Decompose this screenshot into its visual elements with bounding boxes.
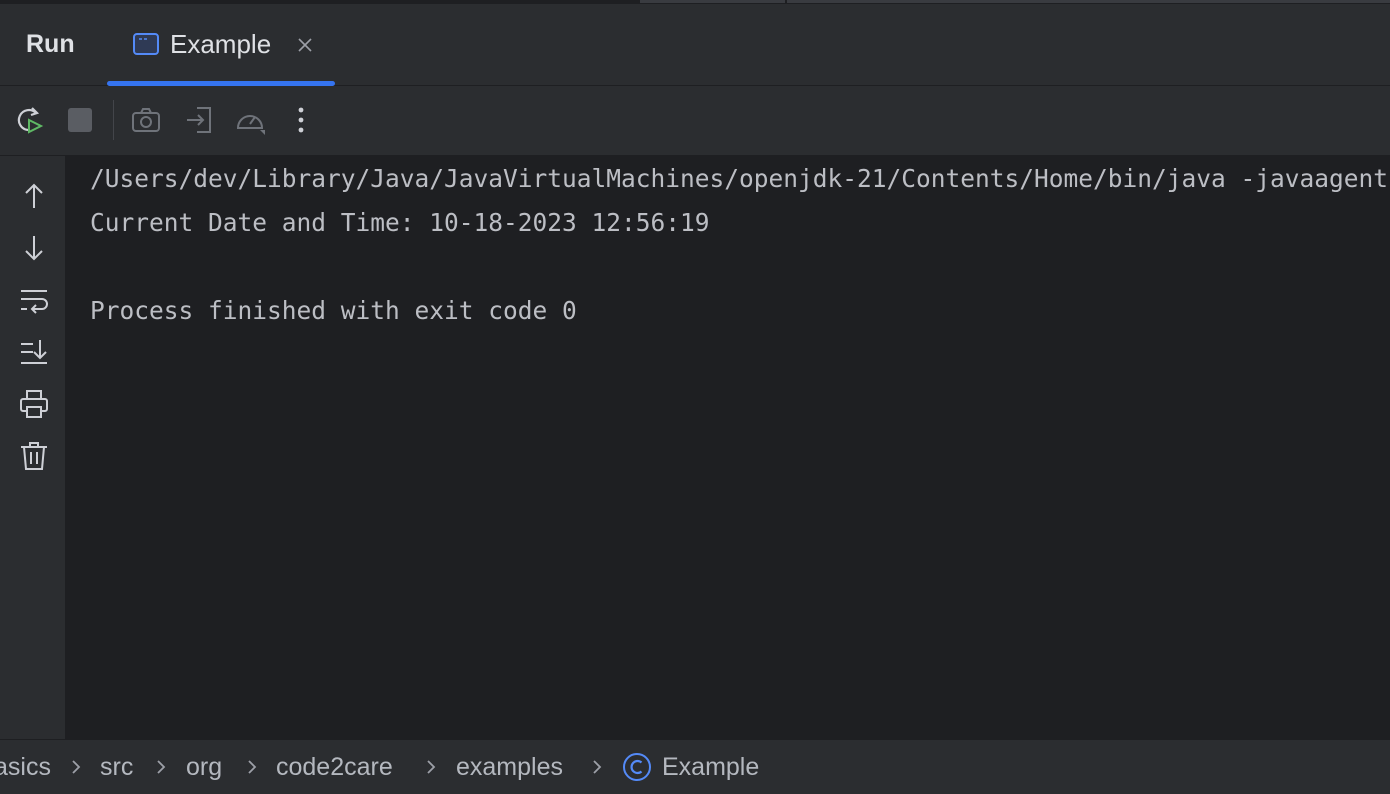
breadcrumb-item-org[interactable]: org — [186, 753, 222, 782]
console-line-output: Current Date and Time: 10-18-2023 12:56:… — [90, 208, 710, 237]
stop-icon[interactable] — [64, 104, 96, 136]
breadcrumb-item-code2care[interactable]: code2care — [276, 753, 393, 782]
breadcrumb-item-module[interactable]: asics — [0, 753, 51, 782]
chevron-right-icon — [72, 760, 81, 774]
run-tool-window-header: Run Example — [0, 4, 1390, 86]
console-line-command: /Users/dev/Library/Java/JavaVirtualMachi… — [90, 164, 1390, 193]
console-output[interactable]: /Users/dev/Library/Java/JavaVirtualMachi… — [66, 156, 1390, 739]
console-line-exit-status: Process finished with exit code 0 — [90, 296, 577, 325]
chevron-right-icon — [248, 760, 257, 774]
trash-icon[interactable] — [18, 440, 50, 472]
editor-tab-strip-segment — [787, 0, 1390, 3]
login-icon[interactable] — [183, 104, 215, 136]
printer-icon[interactable] — [18, 388, 50, 420]
chevron-right-icon — [427, 760, 436, 774]
navigation-breadcrumb: asics src org code2care examples Example — [0, 739, 1390, 794]
run-toolbar — [0, 86, 1390, 156]
breadcrumb-item-src[interactable]: src — [100, 753, 133, 782]
toolbar-separator — [113, 100, 114, 140]
ide-window: Run Example /Users/dev/Library/Java/Java… — [0, 0, 1390, 794]
editor-tab-strip-segment — [640, 0, 785, 3]
speedometer-icon[interactable] — [234, 104, 266, 136]
soft-wrap-icon[interactable] — [18, 284, 50, 316]
scroll-to-end-icon[interactable] — [18, 336, 50, 368]
chevron-right-icon — [157, 760, 166, 774]
close-icon[interactable] — [297, 37, 313, 53]
breadcrumb-item-examples[interactable]: examples — [456, 753, 563, 782]
chevron-right-icon — [593, 760, 602, 774]
breadcrumb-item-example-class[interactable]: Example — [662, 753, 759, 782]
class-icon — [623, 753, 651, 781]
arrow-down-icon[interactable] — [18, 232, 50, 264]
console-icon — [133, 33, 159, 55]
camera-icon[interactable] — [130, 104, 162, 136]
arrow-up-icon[interactable] — [18, 180, 50, 212]
run-panel-title: Run — [26, 30, 75, 58]
tab-label: Example — [170, 29, 272, 59]
console-side-toolbar — [0, 156, 66, 739]
more-vertical-icon[interactable] — [285, 104, 317, 136]
tab-example[interactable]: Example — [107, 4, 335, 86]
rerun-icon[interactable] — [12, 104, 44, 136]
